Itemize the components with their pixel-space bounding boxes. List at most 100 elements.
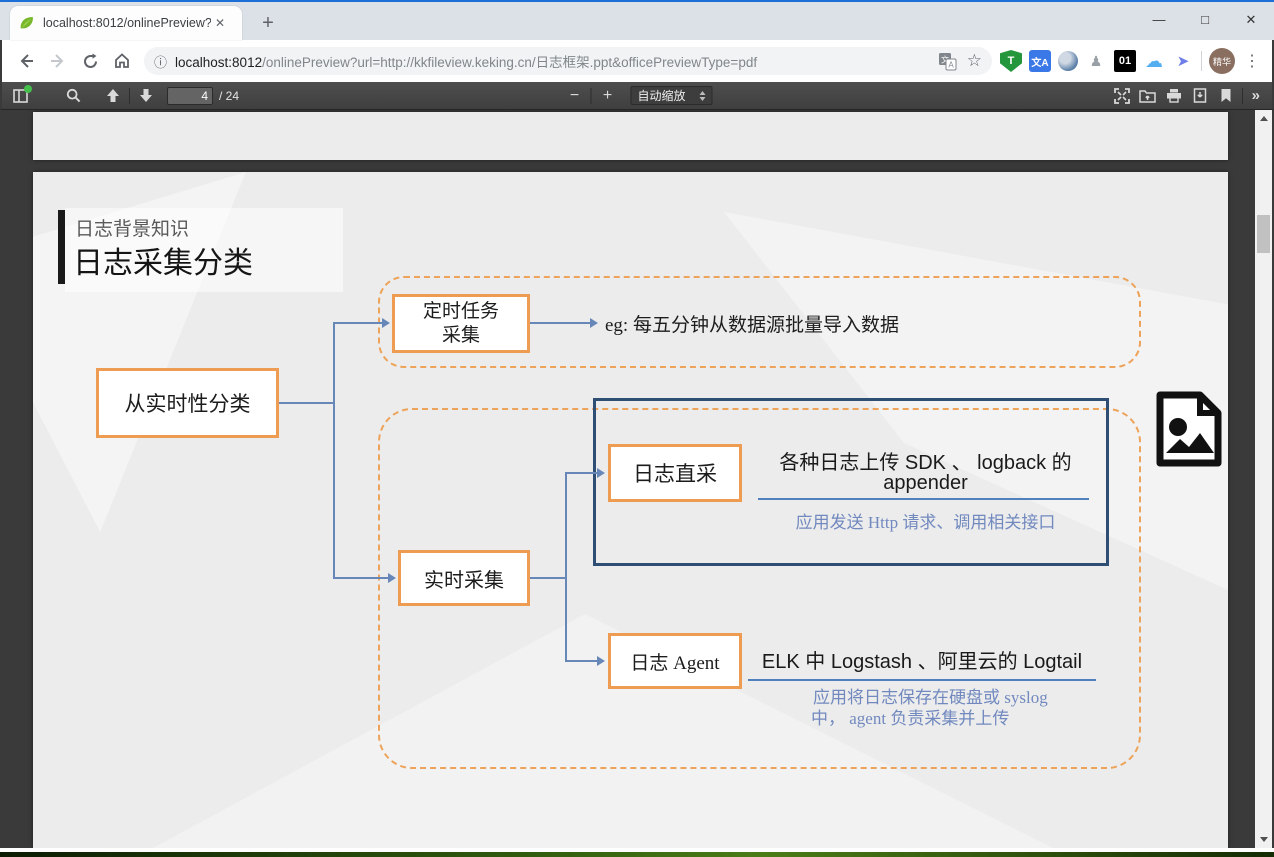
bookmark-star-icon[interactable]: ☆ <box>967 51 982 71</box>
page-down-icon <box>139 88 153 103</box>
window-close-button[interactable]: ✕ <box>1228 2 1274 40</box>
presentation-mode-button[interactable] <box>1109 84 1135 108</box>
download-button[interactable] <box>1187 84 1213 108</box>
download-icon <box>1193 88 1207 103</box>
timed-example-note: eg: 每五分钟从数据源批量导入数据 <box>605 310 899 337</box>
reload-icon <box>82 53 99 70</box>
desktop-edge <box>0 852 1274 857</box>
circle-extension-icon[interactable] <box>1058 51 1078 71</box>
page-up-icon <box>106 88 120 103</box>
scroll-down-icon <box>1260 837 1268 846</box>
scroll-down-button[interactable] <box>1255 832 1272 848</box>
tab-close-icon[interactable]: ✕ <box>211 14 229 32</box>
translate-extension-icon[interactable]: 文A <box>1029 50 1051 72</box>
zoom-select[interactable]: 自动缩放 <box>630 86 712 105</box>
arrowhead-icon <box>590 318 603 328</box>
badge-01-extension-icon[interactable]: 01 <box>1114 50 1136 72</box>
connector-line <box>565 472 567 662</box>
svg-text:A: A <box>948 60 954 69</box>
extensions-row: T 文A ♟ 01 ☁ ➤ 精华 ⋮ <box>1000 48 1264 74</box>
address-bar[interactable]: ⓘ localhost:8012/onlinePreview?url=http:… <box>144 47 992 75</box>
title-accent-bar <box>58 210 65 284</box>
forward-icon <box>49 52 67 70</box>
slide-subtitle: 日志背景知识 <box>75 214 189 241</box>
connector-line <box>333 322 382 324</box>
connector-line <box>333 322 335 579</box>
page-number-input[interactable] <box>167 87 213 105</box>
node-realtime-collect: 实时采集 <box>398 550 530 606</box>
back-icon <box>17 52 35 70</box>
select-spinner-icon <box>700 88 706 104</box>
person-extension-icon[interactable]: ♟ <box>1085 50 1107 72</box>
tab-title: localhost:8012/onlinePreview? <box>43 16 211 30</box>
browser-tab[interactable]: localhost:8012/onlinePreview? ✕ <box>10 6 242 40</box>
search-icon <box>66 88 81 103</box>
site-info-icon[interactable]: ⓘ <box>154 52 167 71</box>
direct-collect-desc-line1: 各种日志上传 SDK 、 logback 的 <box>753 446 1098 475</box>
forward-button[interactable] <box>42 45 74 77</box>
new-tab-button[interactable]: + <box>254 12 282 36</box>
zoom-select-label: 自动缩放 <box>637 87 685 104</box>
toolbar-separator <box>129 88 130 104</box>
find-button[interactable] <box>60 84 86 108</box>
bookmark-icon <box>1220 88 1232 103</box>
scroll-up-icon <box>1260 112 1268 121</box>
back-button[interactable] <box>10 45 42 77</box>
connector-line <box>565 472 597 474</box>
print-icon <box>1166 88 1182 103</box>
connector-line <box>565 660 597 662</box>
page-down-button[interactable] <box>133 84 159 108</box>
more-tools-button[interactable]: » <box>1246 87 1266 104</box>
window-maximize-button[interactable]: □ <box>1182 2 1228 40</box>
browser-toolbar: ⓘ localhost:8012/onlinePreview?url=http:… <box>0 40 1274 82</box>
page-up-button[interactable] <box>100 84 126 108</box>
print-button[interactable] <box>1161 84 1187 108</box>
scrollbar-thumb[interactable] <box>1257 215 1270 253</box>
vertical-scrollbar[interactable] <box>1255 110 1272 848</box>
scroll-up-button[interactable] <box>1255 110 1272 126</box>
toolbar-separator <box>1242 88 1243 104</box>
home-icon <box>113 52 131 70</box>
translate-page-icon[interactable]: 文A <box>938 52 957 71</box>
direct-collect-subnote: 应用发送 Http 请求、调用相关接口 <box>753 508 1098 533</box>
node-log-direct-collect: 日志直采 <box>608 444 742 502</box>
tab-strip: localhost:8012/onlinePreview? ✕ + — □ ✕ <box>0 2 1274 40</box>
agent-subnote-line2: 中， agent 负责采集并上传 <box>811 704 1009 729</box>
pdf-page: 日志背景知识 日志采集分类 从实时性分类 定时任务采集 <box>33 172 1228 848</box>
shield-extension-icon[interactable]: T <box>1000 50 1022 72</box>
notification-dot <box>24 85 32 93</box>
cloud-extension-icon[interactable]: ☁ <box>1143 50 1165 72</box>
zoom-out-button[interactable]: − <box>561 84 587 108</box>
connector-line <box>530 322 590 324</box>
toolbar-separator <box>1201 51 1202 71</box>
agent-desc-title: ELK 中 Logstash 、阿里云的 Logtail <box>748 645 1096 681</box>
pdf-toolbar: / 24 − + 自动缩放 <box>0 82 1274 110</box>
pdf-viewer: 日志背景知识 日志采集分类 从实时性分类 定时任务采集 <box>0 110 1274 848</box>
home-button[interactable] <box>106 45 138 77</box>
blue-divider <box>758 498 1089 500</box>
previous-page-edge <box>33 112 1228 160</box>
url-text: localhost:8012/onlinePreview?url=http://… <box>175 51 930 71</box>
bookmark-button[interactable] <box>1213 84 1239 108</box>
toolbar-separator <box>590 88 591 104</box>
fullscreen-icon <box>1114 88 1130 104</box>
open-file-icon <box>1139 88 1156 103</box>
profile-avatar[interactable]: 精华 <box>1209 48 1235 74</box>
connector-line <box>333 577 388 579</box>
reload-button[interactable] <box>74 45 106 77</box>
zoom-in-button[interactable]: + <box>594 84 620 108</box>
sidebar-toggle-button[interactable] <box>8 84 34 108</box>
node-classify-by-realtime: 从实时性分类 <box>96 368 279 438</box>
window-minimize-button[interactable]: — <box>1136 2 1182 40</box>
direct-collect-desc-line2: appender <box>753 472 1098 495</box>
open-file-button[interactable] <box>1135 84 1161 108</box>
broken-image-placeholder-icon <box>1152 391 1225 468</box>
browser-menu-button[interactable]: ⋮ <box>1242 51 1262 71</box>
page-count-label: / 24 <box>219 89 239 103</box>
spring-leaf-favicon <box>18 15 35 32</box>
connector-line <box>530 577 567 579</box>
bird-extension-icon[interactable]: ➤ <box>1172 50 1194 72</box>
node-timed-task-collect: 定时任务采集 <box>392 294 530 353</box>
connector-line <box>279 402 335 404</box>
browser-window: localhost:8012/onlinePreview? ✕ + — □ ✕ … <box>0 0 1274 857</box>
